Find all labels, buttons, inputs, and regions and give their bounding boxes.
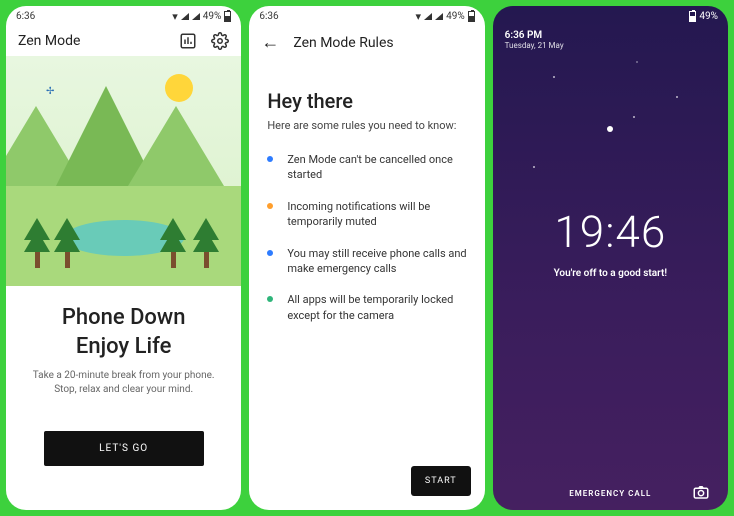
headline-2: Enjoy Life — [76, 334, 172, 359]
app-bar: Zen Mode — [6, 26, 241, 56]
hero-sub: Take a 20-minute break from your phone. … — [30, 369, 217, 397]
settings-icon[interactable] — [211, 32, 229, 50]
bullet-icon — [267, 296, 273, 302]
rules-list: Zen Mode can't be cancelled once started… — [267, 152, 466, 323]
bullet-icon — [267, 156, 273, 162]
bullet-icon — [267, 203, 273, 209]
battery-text: 49% — [446, 11, 465, 22]
bullet-icon — [267, 250, 273, 256]
rule-text: You may still receive phone calls and ma… — [287, 246, 466, 277]
lets-go-button[interactable]: LET'S GO — [44, 431, 204, 466]
status-time: 6:36 — [259, 11, 278, 22]
camera-icon[interactable] — [692, 483, 710, 505]
signal-icon — [181, 13, 189, 20]
screen-zen-active: 49% 6:36 PM Tuesday, 21 May 19:46 You're… — [493, 6, 728, 510]
status-time: 6:36 — [16, 11, 35, 22]
headline-1: Phone Down — [62, 305, 186, 330]
rules-sub: Here are some rules you need to know: — [267, 119, 466, 132]
signal-icon — [192, 13, 200, 20]
rule-item: Zen Mode can't be cancelled once started — [267, 152, 466, 183]
back-icon[interactable]: ← — [261, 32, 279, 53]
screen-zen-rules: 6:36 ▾ 49% ← Zen Mode Rules Hey there He… — [249, 6, 484, 510]
screen-zen-home: 6:36 ▾ 49% Zen Mode ✢ — [6, 6, 241, 510]
app-title: Zen Mode — [18, 33, 80, 49]
rules-title: Zen Mode Rules — [293, 35, 393, 51]
signal-icon — [435, 13, 443, 20]
rule-text: All apps will be temporarily locked exce… — [287, 292, 466, 323]
emergency-call-button[interactable]: EMERGENCY CALL — [569, 489, 651, 498]
countdown-message: You're off to a good start! — [493, 268, 728, 279]
rule-item: You may still receive phone calls and ma… — [267, 246, 466, 277]
signal-icon — [424, 13, 432, 20]
rule-item: Incoming notifications will be temporari… — [267, 199, 466, 230]
hero-copy: Phone Down Enjoy Life Take a 20-minute b… — [6, 286, 241, 466]
wifi-icon: ▾ — [416, 10, 422, 23]
stats-icon[interactable] — [179, 32, 197, 50]
start-button[interactable]: START — [411, 466, 471, 496]
app-bar: ← Zen Mode Rules — [249, 26, 484, 59]
battery-icon — [468, 11, 475, 22]
battery-text: 49% — [203, 11, 222, 22]
status-bar: 6:36 ▾ 49% — [249, 6, 484, 26]
hero-illustration: ✢ — [6, 56, 241, 286]
countdown-time: 19:46 — [493, 206, 728, 258]
rule-text: Incoming notifications will be temporari… — [287, 199, 466, 230]
wifi-icon: ▾ — [172, 10, 178, 23]
rule-item: All apps will be temporarily locked exce… — [267, 292, 466, 323]
rule-text: Zen Mode can't be cancelled once started — [287, 152, 466, 183]
status-bar: 6:36 ▾ 49% — [6, 6, 241, 26]
countdown: 19:46 You're off to a good start! — [493, 206, 728, 279]
rules-heading: Hey there — [267, 89, 466, 113]
battery-icon — [224, 11, 231, 22]
